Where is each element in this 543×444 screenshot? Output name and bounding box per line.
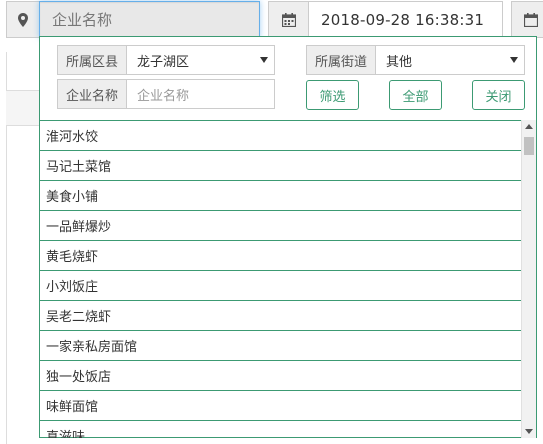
scroll-thumb[interactable] [524,137,534,155]
street-select[interactable]: 所属街道 其他 [306,45,525,75]
district-label: 所属区县 [58,46,128,74]
location-addon [6,1,40,38]
company-name-input[interactable]: 企业名称 [127,80,274,108]
district-select[interactable]: 所属区县 龙子湖区 [57,45,275,75]
list-scrollbar[interactable] [521,120,536,438]
company-list-item[interactable]: 黄毛烧虾 [40,241,522,271]
company-name-field[interactable]: 企业名称 企业名称 [57,79,275,109]
company-list-item[interactable]: 一品鲜爆炒 [40,211,522,241]
chevron-down-icon [510,57,518,63]
company-list-item[interactable]: 真滋味 [40,421,522,438]
calendar-addon-2 [511,1,543,38]
company-dropdown-panel: 所属区县 龙子湖区 所属街道 其他 企业名称 企业名称 筛选 全部 关闭 淮河水… [39,36,537,438]
calendar-icon [524,12,538,27]
scroll-up-icon[interactable] [525,124,533,129]
company-name-label: 企业名称 [58,80,128,108]
all-button[interactable]: 全部 [389,80,442,110]
company-list-item[interactable]: 吴老二烧虾 [40,301,522,331]
map-marker-icon [18,12,28,27]
background-row [6,90,42,126]
datetime-input[interactable]: 2018-09-28 16:38:31 [308,1,503,38]
street-value[interactable]: 其他 [376,46,524,74]
close-button[interactable]: 关闭 [472,80,525,110]
filter-button[interactable]: 筛选 [306,80,359,110]
street-selected-text: 其他 [386,54,413,70]
company-search-input[interactable]: 企业名称 [39,1,260,38]
scroll-down-icon[interactable] [525,429,533,434]
company-list-item[interactable]: 淮河水饺 [40,121,522,151]
company-list-item[interactable]: 美食小铺 [40,181,522,211]
chevron-down-icon [260,57,268,63]
company-list-item[interactable]: 马记土菜馆 [40,151,522,181]
company-list-item[interactable]: 一家亲私房面馆 [40,331,522,361]
company-list-item[interactable]: 味鲜面馆 [40,391,522,421]
district-value[interactable]: 龙子湖区 [127,46,274,74]
calendar-icon [281,12,296,27]
calendar-addon [268,1,309,38]
street-label: 所属街道 [307,46,377,74]
company-list: 淮河水饺 马记土菜馆 美食小铺 一品鲜爆炒 黄毛烧虾 小刘饭庄 吴老二烧虾 一家亲私房面馆 独一… [40,120,522,438]
company-list-item[interactable]: 独一处饭店 [40,361,522,391]
district-selected-text: 龙子湖区 [137,54,190,70]
company-list-item[interactable]: 小刘饭庄 [40,271,522,301]
